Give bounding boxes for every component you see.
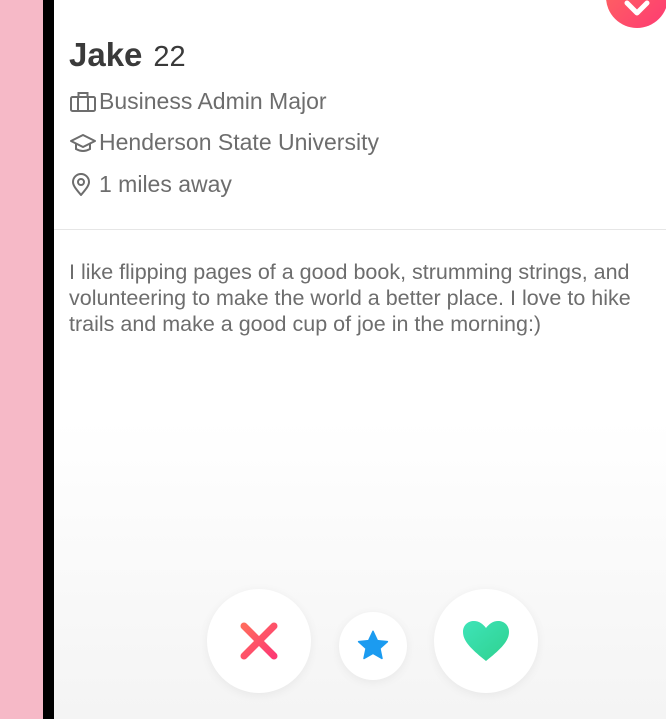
briefcase-icon [69,90,99,114]
profile-age: 22 [153,41,186,73]
school-row: Henderson State University [69,129,379,156]
like-button[interactable] [434,589,538,693]
profile-bio: I like flipping pages of a good book, st… [69,260,631,336]
school-text: Henderson State University [99,129,379,155]
location-pin-icon [69,172,99,197]
distance-text: 1 miles away [99,171,232,197]
phone-bezel [43,0,54,719]
graduation-cap-icon [69,131,99,155]
profile-header: Jake 22 [69,36,186,76]
nope-button[interactable] [207,589,311,693]
super-like-button[interactable] [339,612,407,680]
section-divider [54,229,666,230]
profile-screen: Jake 22 Business Admin Major Henderson S… [54,0,666,719]
chevron-down-icon [624,0,650,16]
profile-name: Jake [69,36,143,73]
side-background [0,0,43,719]
heart-icon [463,621,509,661]
collapse-profile-button[interactable] [606,0,666,28]
x-icon [240,622,278,660]
star-icon [357,630,389,660]
job-row: Business Admin Major [69,88,327,115]
distance-row: 1 miles away [69,171,232,198]
job-text: Business Admin Major [99,88,327,114]
